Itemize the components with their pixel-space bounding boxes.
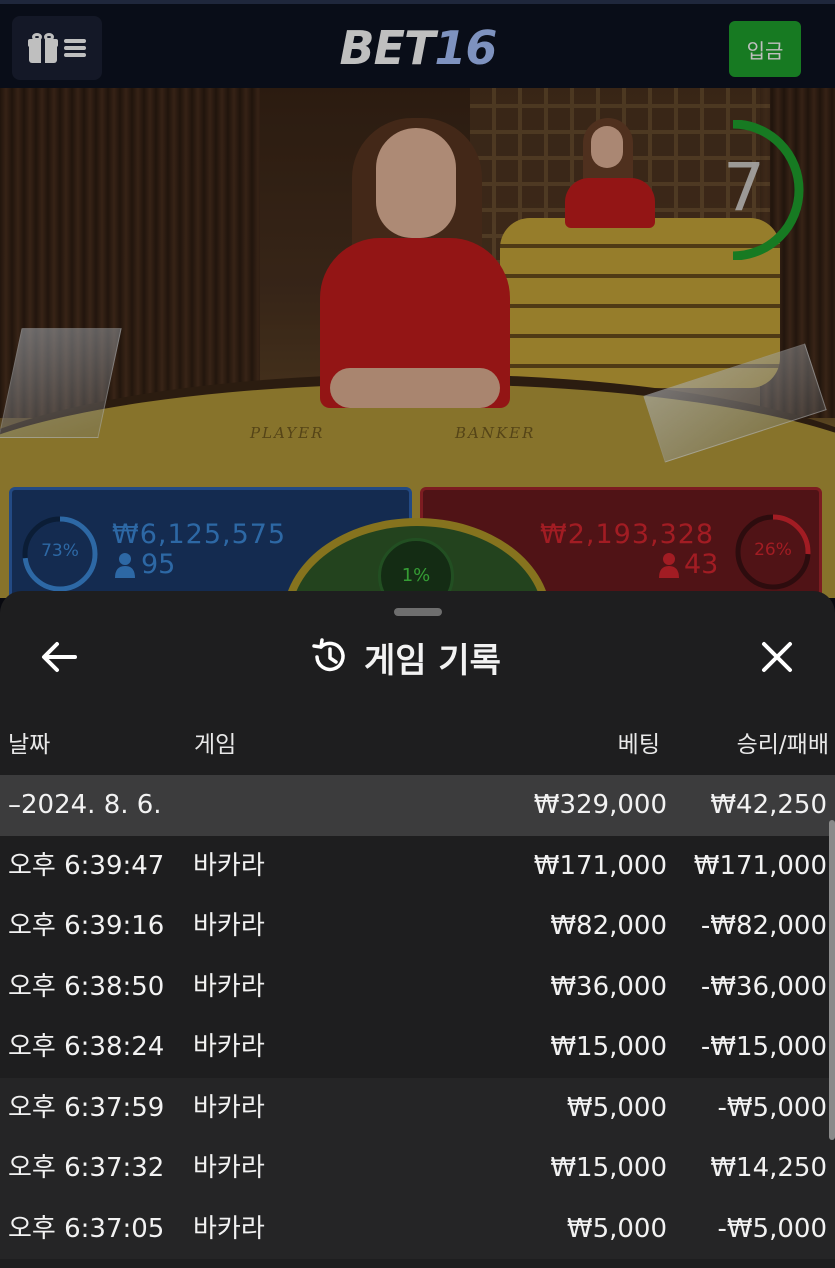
date-group-bet-total: ₩329,000 bbox=[533, 790, 667, 820]
table-row[interactable]: 오후 6:37:05 바카라 ₩5,000 -₩5,000 bbox=[0, 1198, 835, 1259]
close-icon bbox=[762, 642, 792, 672]
row-result: ₩14,250 bbox=[710, 1153, 827, 1183]
table-row[interactable]: 오후 6:38:50 바카라 ₩36,000 -₩36,000 bbox=[0, 957, 835, 1018]
sheet-title: 게임 기록 bbox=[310, 629, 550, 685]
row-bet: ₩171,000 bbox=[533, 850, 667, 881]
player-bet-amount: ₩6,125,575 bbox=[112, 519, 287, 550]
top-header: BET16 입금 bbox=[0, 0, 835, 88]
row-result: -₩5,000 bbox=[717, 1213, 827, 1244]
close-button[interactable] bbox=[752, 635, 802, 679]
table-row[interactable]: 오후 6:38:24 바카라 ₩15,000 -₩15,000 bbox=[0, 1017, 835, 1078]
row-result: ₩171,000 bbox=[693, 850, 827, 881]
user-icon bbox=[659, 553, 679, 578]
table-row[interactable]: 오후 6:37:59 바카라 ₩5,000 -₩5,000 bbox=[0, 1077, 835, 1138]
column-header-date[interactable]: 날짜 bbox=[8, 725, 50, 759]
row-game: 바카라 bbox=[193, 850, 265, 881]
row-result: -₩15,000 bbox=[700, 1032, 827, 1062]
banker-bet-amount: ₩2,193,328 bbox=[540, 519, 715, 550]
row-game: 바카라 bbox=[193, 1213, 265, 1244]
table-banker-label: BANKER bbox=[455, 424, 536, 442]
game-history-sheet: 게임 기록 날짜 게임 베팅 승리/패배 –2024. 8. 6. ₩329,0… bbox=[0, 591, 835, 1268]
tie-percent: 1% bbox=[401, 565, 431, 586]
date-group-result-total: ₩42,250 bbox=[710, 790, 827, 820]
arrow-left-icon bbox=[42, 642, 77, 672]
banker-percent: 26% bbox=[754, 540, 792, 560]
row-bet: ₩5,000 bbox=[566, 1092, 667, 1123]
drag-handle[interactable] bbox=[394, 608, 442, 616]
player-bet-count: 95 bbox=[141, 549, 176, 580]
column-header-result[interactable]: 승리/패배 bbox=[737, 725, 829, 759]
history-icon bbox=[312, 638, 345, 672]
table-row[interactable]: 오후 6:37:32 바카라 ₩15,000 ₩14,250 bbox=[0, 1138, 835, 1199]
row-result: -₩36,000 bbox=[700, 971, 827, 1002]
row-time: 오후 6:38:50 bbox=[8, 971, 165, 1002]
countdown-number: 7 bbox=[723, 149, 765, 226]
row-result: -₩82,000 bbox=[700, 911, 827, 941]
logo-text-bet: BET bbox=[339, 21, 436, 75]
row-bet: ₩5,000 bbox=[566, 1213, 667, 1244]
sheet-title-text: 게임 기록 bbox=[364, 640, 501, 681]
back-button[interactable] bbox=[34, 635, 84, 679]
row-result: -₩5,000 bbox=[717, 1092, 827, 1123]
logo-text-number: 16 bbox=[434, 21, 497, 75]
player-percent: 73% bbox=[41, 541, 79, 561]
table-row[interactable]: 오후 6:39:16 바카라 ₩82,000 -₩82,000 bbox=[0, 896, 835, 957]
row-time: 오후 6:39:16 bbox=[8, 911, 165, 941]
date-group-label: –2024. 8. 6. bbox=[8, 790, 162, 820]
dealer-arms bbox=[330, 368, 500, 408]
brand-logo[interactable]: BET16 bbox=[318, 18, 518, 78]
row-time: 오후 6:38:24 bbox=[8, 1032, 165, 1062]
gift-icon bbox=[28, 33, 58, 63]
dealer-face bbox=[376, 128, 456, 238]
user-icon bbox=[115, 553, 135, 578]
row-time: 오후 6:37:59 bbox=[8, 1092, 165, 1123]
row-time: 오후 6:37:32 bbox=[8, 1153, 165, 1183]
hamburger-icon bbox=[64, 39, 86, 57]
row-game: 바카라 bbox=[193, 911, 265, 941]
row-time: 오후 6:39:47 bbox=[8, 850, 165, 881]
row-game: 바카라 bbox=[193, 1092, 265, 1123]
row-bet: ₩15,000 bbox=[550, 1153, 667, 1183]
column-header-bet[interactable]: 베팅 bbox=[618, 725, 660, 759]
row-bet: ₩36,000 bbox=[550, 971, 667, 1002]
deposit-button[interactable]: 입금 bbox=[729, 21, 801, 77]
date-group-row[interactable]: –2024. 8. 6. ₩329,000 ₩42,250 bbox=[0, 775, 835, 836]
row-game: 바카라 bbox=[193, 1153, 265, 1183]
column-header-game[interactable]: 게임 bbox=[194, 725, 236, 759]
row-bet: ₩82,000 bbox=[550, 911, 667, 941]
row-bet: ₩15,000 bbox=[550, 1032, 667, 1062]
background-dealer bbox=[565, 118, 655, 228]
history-scrollbar[interactable] bbox=[829, 820, 835, 1140]
row-game: 바카라 bbox=[193, 1032, 265, 1062]
row-game: 바카라 bbox=[193, 971, 265, 1002]
table-row[interactable]: 오후 6:39:47 바카라 ₩171,000 ₩171,000 bbox=[0, 836, 835, 897]
banker-bet-count: 43 bbox=[684, 549, 719, 580]
history-table: –2024. 8. 6. ₩329,000 ₩42,250 오후 6:39:47… bbox=[0, 775, 835, 1259]
menu-button[interactable] bbox=[12, 16, 102, 80]
row-time: 오후 6:37:05 bbox=[8, 1213, 165, 1244]
table-player-label: PLAYER bbox=[250, 424, 325, 442]
